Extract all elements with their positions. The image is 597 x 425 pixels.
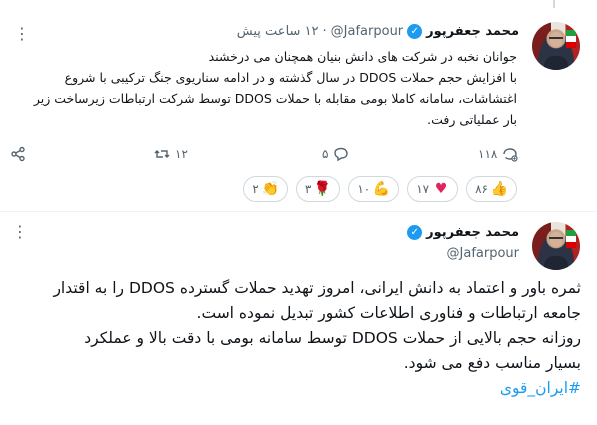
author-name[interactable]: محمد جعفرپور [426,225,519,240]
tweet-text-line: جوانان نخبه در شرکت های دانش بنیان همچنا… [208,49,517,64]
verified-badge-icon: ✓ [407,225,423,240]
retweet-button[interactable]: ۱۲ [154,146,188,162]
reaction-count: ۳ [304,182,312,196]
tweet-text-line: روزانه حجم بالایی از حملات DDOS توسط سام… [84,329,581,347]
rose-icon: 🌹 [313,181,332,197]
reaction-rose[interactable]: 🌹 ۳ [295,176,341,202]
tweet-text-line: بسیار مناسب دفع می شود. [403,354,581,372]
author-name[interactable]: محمد جعفرپور [426,24,519,39]
tweet-text-line: اغتشاشات، سامانه کاملا بومی مقابله با حم… [33,91,517,106]
tweet-text-line: با افزایش حجم حملات DDOS در سال گذشته و … [64,70,517,85]
hashtag-link[interactable]: #ایران_قوی [500,379,581,397]
reaction-count: ۲ [252,182,259,196]
thread-connector-line [553,0,555,8]
reply-icon [334,147,349,162]
author-handle[interactable]: @Jafarpour [447,246,519,261]
tweet-text-line: جامعه ارتباطات و فناوری اطلاعات کشور تبد… [196,304,581,322]
reply-button[interactable]: ۵ [322,146,349,162]
share-icon [11,146,25,162]
reaction-count: ۸۶ [475,182,488,196]
reaction-heart[interactable]: ♥ ۱۷ [407,176,459,202]
tweet-text-line: ثمره باور و اعتماد به دانش ایرانی، امروز… [53,279,581,297]
retweet-count: ۱۲ [175,147,188,161]
tweet-text-line: بار عملیاتی رفت. [427,112,517,127]
tweet-header: محمد جعفرپور ✓ [407,225,519,240]
tweet-text: ثمره باور و اعتماد به دانش ایرانی، امروز… [11,276,581,401]
verified-badge-icon: ✓ [407,24,423,39]
tweet-text: جوانان نخبه در شرکت های دانش بنیان همچنا… [7,46,517,130]
flag-graphic [566,30,576,48]
views-icon [503,148,518,162]
avatar[interactable] [532,22,580,70]
separator-dot: · [322,24,327,39]
avatar[interactable] [532,222,580,270]
tweet-header: محمد جعفرپور ✓ @Jafarpour · ۱۲ ساعت پیش [237,24,519,39]
share-button[interactable] [10,146,26,162]
reactions-bar: 👍 ۸۶ ♥ ۱۷ 💪 ۱۰ 🌹 ۳ 👏 ۲ [243,176,517,202]
reaction-clap[interactable]: 👏 ۲ [243,176,288,202]
reaction-count: ۱۰ [357,182,371,196]
views-count: ۱۱۸ [478,147,498,161]
author-handle[interactable]: @Jafarpour [331,24,403,39]
thumbs-up-icon: 👍 [490,181,508,197]
tweet-time[interactable]: ۱۲ ساعت پیش [237,24,319,39]
more-options-icon[interactable]: ⋮ [14,26,30,42]
views-button[interactable]: ۱۱۸ [478,146,518,162]
heart-icon: ♥ [434,181,448,197]
flexed-biceps-icon: 💪 [372,181,391,197]
flag-graphic [566,230,576,248]
more-options-icon[interactable]: ⋮ [12,224,28,240]
clapping-hands-icon: 👏 [261,181,279,197]
tweet-actions-bar: ۱۲ ۵ ۱۱۸ [0,146,597,168]
reply-count: ۵ [322,147,329,161]
reaction-thumbs-up[interactable]: 👍 ۸۶ [466,176,517,202]
reaction-biceps[interactable]: 💪 ۱۰ [348,176,400,202]
tweet-divider [0,211,597,212]
retweet-icon [154,150,170,158]
reaction-count: ۱۷ [416,182,430,196]
